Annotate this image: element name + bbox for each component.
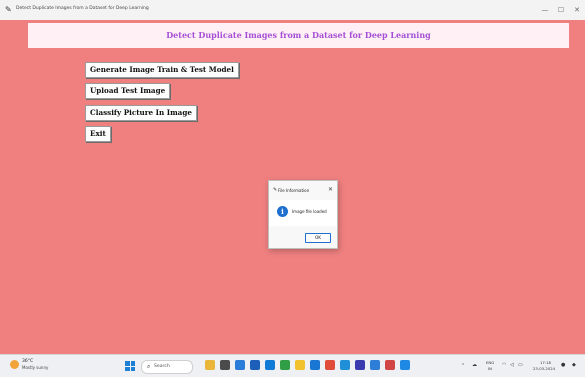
folder-icon[interactable] xyxy=(295,360,305,370)
office-icon[interactable] xyxy=(325,360,335,370)
app-icon-1[interactable] xyxy=(340,360,350,370)
cloud-icon[interactable]: ☁ xyxy=(472,362,477,368)
taskbar-search[interactable]: ⌕ Search xyxy=(141,360,193,374)
edge-icon[interactable] xyxy=(235,360,245,370)
mail-icon[interactable] xyxy=(265,360,275,370)
copilot-icon[interactable]: ◆ xyxy=(572,362,576,368)
app-icon-3[interactable] xyxy=(370,360,380,370)
language-top[interactable]: ENG xyxy=(486,360,494,365)
app-icon-5[interactable] xyxy=(400,360,410,370)
app-icon-2[interactable] xyxy=(355,360,365,370)
upload-test-image-button[interactable]: Upload Test Image xyxy=(85,83,171,99)
wifi-icon[interactable]: ◠ xyxy=(502,362,506,368)
notification-bell-icon[interactable]: ● xyxy=(561,362,565,368)
language-bottom[interactable]: IN xyxy=(488,366,492,371)
file-information-dialog: ✎ File Information ✕ i Image file loaded… xyxy=(268,180,338,249)
app-icon-4[interactable] xyxy=(385,360,395,370)
feather-icon: ✎ xyxy=(273,187,278,193)
search-label: Search xyxy=(154,364,170,369)
generate-model-button[interactable]: Generate Image Train & Test Model xyxy=(85,62,239,78)
clock-time[interactable]: 17:18 xyxy=(540,360,551,365)
feather-icon: ✎ xyxy=(5,5,12,14)
chevron-up-icon[interactable]: ⌃ xyxy=(461,363,465,369)
chrome-icon[interactable] xyxy=(280,360,290,370)
maximize-button[interactable]: ☐ xyxy=(556,5,566,15)
window-titlebar: ✎ Detect Duplicate Images from a Dataset… xyxy=(0,0,585,21)
close-button[interactable]: ✕ xyxy=(572,5,582,15)
taskview-icon[interactable] xyxy=(220,360,230,370)
info-icon: i xyxy=(277,206,288,217)
app-client-area: Detect Duplicate Images from a Dataset f… xyxy=(0,20,585,354)
weather-condition: Mostly sunny xyxy=(22,365,49,370)
exit-button[interactable]: Exit xyxy=(85,126,111,142)
dialog-title: File Information xyxy=(278,188,310,193)
dialog-close-button[interactable]: ✕ xyxy=(328,186,333,193)
store-icon[interactable] xyxy=(250,360,260,370)
minimize-button[interactable]: — xyxy=(540,5,550,15)
clock-date[interactable]: 23-03-2024 xyxy=(533,366,555,371)
taskbar: 36°C Mostly sunny ⌕ Search ⌃ ☁ ENG IN ◠ … xyxy=(0,354,585,377)
window-title: Detect Duplicate Images from a Dataset f… xyxy=(16,6,149,11)
ok-button[interactable]: OK xyxy=(305,233,331,243)
file-explorer-icon[interactable] xyxy=(205,360,215,370)
header-banner: Detect Duplicate Images from a Dataset f… xyxy=(28,23,569,48)
battery-icon[interactable]: ▭ xyxy=(518,362,523,368)
dialog-body: i Image file loaded xyxy=(269,200,337,226)
dialog-message: Image file loaded xyxy=(292,209,327,214)
weather-sun-icon[interactable] xyxy=(10,360,19,369)
classify-picture-button[interactable]: Classify Picture In Image xyxy=(85,105,197,121)
search-icon: ⌕ xyxy=(147,363,151,370)
weather-temperature: 36°C xyxy=(22,359,34,364)
photos-icon[interactable] xyxy=(310,360,320,370)
app-heading: Detect Duplicate Images from a Dataset f… xyxy=(166,30,431,40)
volume-icon[interactable]: ◁ xyxy=(510,362,514,368)
start-menu-icon[interactable] xyxy=(125,361,135,371)
